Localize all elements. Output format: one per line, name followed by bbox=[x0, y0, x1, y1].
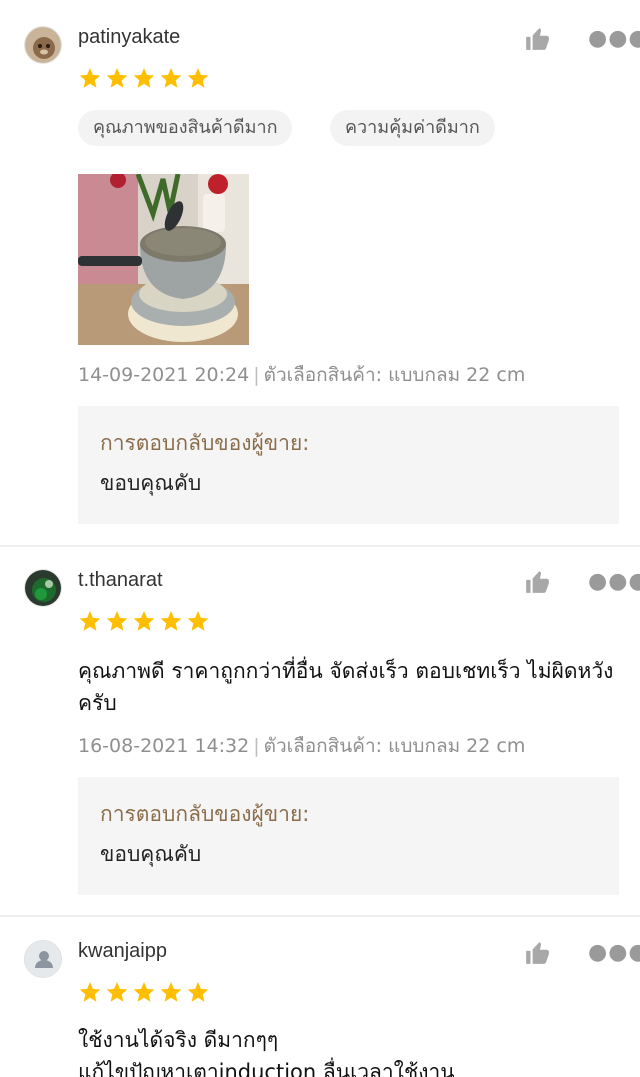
meta-separator: | bbox=[253, 735, 260, 757]
star-icon bbox=[187, 982, 209, 1002]
product-option: ตัวเลือกสินค้า: แบบกลม 22 cm bbox=[263, 364, 526, 386]
seller-reply-title: การตอบกลับของผู้ขาย: bbox=[100, 431, 310, 455]
rating-stars bbox=[78, 980, 210, 1004]
seller-reply-text: ขอบคุณคับ bbox=[100, 842, 202, 866]
review-item: kwanjaipp ●●● ใช้งานได้จริง ดีมากๆๆ แก้ไ… bbox=[0, 918, 640, 1077]
star-icon bbox=[106, 611, 128, 631]
star-icon bbox=[160, 68, 182, 88]
rating-stars bbox=[78, 609, 210, 633]
star-icon bbox=[106, 68, 128, 88]
review-date: 16-08-2021 14:32 bbox=[78, 735, 250, 757]
review-item: patinyakate ●●● คุณภาพของสินค้าดีมาก ควา… bbox=[0, 0, 640, 545]
thumbs-up-icon[interactable] bbox=[524, 569, 550, 595]
thumbs-up-icon[interactable] bbox=[524, 26, 550, 52]
review-comment: ใช้งานได้จริง ดีมากๆๆ แก้ไขปัญหาเตาinduc… bbox=[78, 1024, 623, 1077]
review-meta: 14-09-2021 20:24 | ตัวเลือกสินค้า: แบบกลม … bbox=[78, 360, 525, 390]
seller-reply-title: การตอบกลับของผู้ขาย: bbox=[100, 802, 310, 826]
review-meta: 16-08-2021 14:32 | ตัวเลือกสินค้า: แบบกลม … bbox=[78, 731, 525, 761]
more-options-icon[interactable]: ●●● bbox=[588, 942, 640, 964]
star-icon bbox=[106, 982, 128, 1002]
star-icon bbox=[79, 611, 101, 631]
divider bbox=[0, 915, 640, 917]
avatar[interactable] bbox=[24, 940, 62, 978]
star-icon bbox=[133, 982, 155, 1002]
review-tag: ความคุ้มค่าดีมาก bbox=[330, 110, 495, 146]
star-icon bbox=[187, 68, 209, 88]
review-comment: คุณภาพดี ราคาถูกกว่าที่อื่น จัดส่งเร็ว ต… bbox=[78, 659, 614, 715]
meta-separator: | bbox=[253, 364, 260, 386]
star-icon bbox=[79, 68, 101, 88]
avatar[interactable] bbox=[24, 26, 62, 64]
more-options-icon[interactable]: ●●● bbox=[588, 571, 640, 593]
review-photo[interactable] bbox=[78, 174, 249, 345]
star-icon bbox=[133, 68, 155, 88]
username[interactable]: kwanjaipp bbox=[78, 940, 167, 963]
user-icon bbox=[25, 941, 61, 977]
product-option: ตัวเลือกสินค้า: แบบกลม 22 cm bbox=[263, 735, 526, 757]
star-icon bbox=[79, 982, 101, 1002]
review-comment-line: ใช้งานได้จริง ดีมากๆๆ bbox=[78, 1028, 279, 1052]
star-icon bbox=[160, 611, 182, 631]
review-item: t.thanarat ●●● คุณภาพดี ราคาถูกกว่าที่อื… bbox=[0, 547, 640, 915]
avatar[interactable] bbox=[24, 569, 62, 607]
more-options-icon[interactable]: ●●● bbox=[588, 28, 640, 50]
seller-reply: การตอบกลับของผู้ขาย: ขอบคุณคับ bbox=[78, 777, 619, 895]
star-icon bbox=[187, 611, 209, 631]
review-comment-line: แก้ไขปัญหาเตาinduction ลื่นเวลาใช้งาน bbox=[78, 1060, 455, 1077]
review-tag: คุณภาพของสินค้าดีมาก bbox=[78, 110, 293, 146]
star-icon bbox=[160, 982, 182, 1002]
seller-reply: การตอบกลับของผู้ขาย: ขอบคุณคับ bbox=[78, 406, 619, 524]
thumbs-up-icon[interactable] bbox=[524, 940, 550, 966]
username[interactable]: t.thanarat bbox=[78, 569, 163, 592]
seller-reply-text: ขอบคุณคับ bbox=[100, 471, 202, 495]
username[interactable]: patinyakate bbox=[78, 26, 180, 49]
rating-stars bbox=[78, 66, 210, 90]
review-date: 14-09-2021 20:24 bbox=[78, 364, 250, 386]
star-icon bbox=[133, 611, 155, 631]
